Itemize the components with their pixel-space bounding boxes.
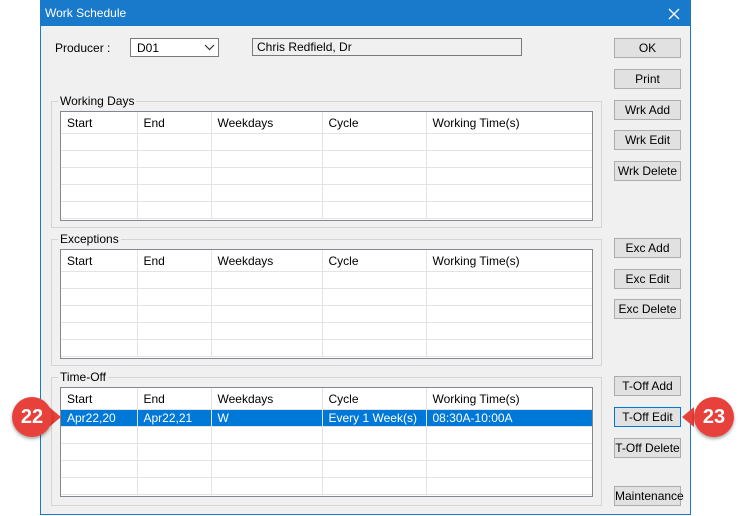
producer-name: Chris Redfield, Dr — [257, 40, 352, 54]
producer-value: D01 — [137, 41, 160, 55]
grid-header: Start End Weekdays Cycle Working Time(s) — [61, 250, 592, 272]
table-row[interactable] — [61, 339, 592, 357]
column-header-working-times[interactable]: Working Time(s) — [426, 250, 592, 272]
cell-start: Apr22,20 — [61, 409, 138, 427]
exceptions-group: Exceptions Start End Weekdays Cycle Work… — [51, 232, 602, 366]
cell-working-times: 08:30A-10:00A — [426, 409, 592, 427]
column-header-start[interactable]: Start — [61, 388, 138, 410]
table-row-selected[interactable]: Apr22,20 Apr22,21 W Every 1 Week(s) 08:3… — [61, 409, 592, 427]
table-row[interactable] — [61, 184, 592, 202]
wrk-edit-button[interactable]: Wrk Edit — [614, 130, 681, 150]
table-row[interactable] — [61, 150, 592, 168]
column-header-weekdays[interactable]: Weekdays — [211, 250, 323, 272]
time-off-grid[interactable]: Start End Weekdays Cycle Working Time(s)… — [60, 387, 593, 497]
print-button[interactable]: Print — [614, 69, 681, 89]
table-row[interactable] — [61, 322, 592, 340]
maintenance-button[interactable]: Maintenance — [614, 486, 684, 506]
toff-edit-button[interactable]: T-Off Edit — [614, 407, 681, 427]
exceptions-label: Exceptions — [58, 232, 121, 246]
producer-name-field: Chris Redfield, Dr — [252, 38, 522, 56]
column-header-end[interactable]: End — [137, 112, 212, 134]
working-days-label: Working Days — [58, 94, 137, 108]
working-days-group: Working Days Start End Weekdays Cycle Wo… — [51, 94, 602, 228]
close-button[interactable] — [658, 1, 690, 26]
column-header-weekdays[interactable]: Weekdays — [211, 112, 323, 134]
table-row[interactable] — [61, 477, 592, 495]
callout-badge-left: 22 — [12, 397, 52, 437]
grid-header: Start End Weekdays Cycle Working Time(s) — [61, 388, 592, 410]
table-row[interactable] — [61, 460, 592, 478]
exceptions-grid[interactable]: Start End Weekdays Cycle Working Time(s) — [60, 249, 593, 359]
grid-header: Start End Weekdays Cycle Working Time(s) — [61, 112, 592, 134]
column-header-weekdays[interactable]: Weekdays — [211, 388, 323, 410]
wrk-add-button[interactable]: Wrk Add — [614, 100, 681, 120]
toff-delete-button[interactable]: T-Off Delete — [614, 438, 681, 458]
title-bar: Work Schedule — [41, 1, 690, 26]
table-row[interactable] — [61, 133, 592, 151]
table-row[interactable] — [61, 426, 592, 444]
cell-weekdays: W — [211, 409, 323, 427]
time-off-label: Time-Off — [58, 370, 109, 384]
column-header-cycle[interactable]: Cycle — [322, 388, 427, 410]
column-header-start[interactable]: Start — [61, 112, 138, 134]
column-header-working-times[interactable]: Working Time(s) — [426, 388, 592, 410]
wrk-delete-button[interactable]: Wrk Delete — [614, 161, 681, 181]
table-row[interactable] — [61, 288, 592, 306]
column-header-start[interactable]: Start — [61, 250, 138, 272]
exc-delete-button[interactable]: Exc Delete — [614, 299, 681, 319]
ok-button[interactable]: OK — [614, 38, 681, 58]
producer-label: Producer : — [55, 41, 111, 55]
exc-add-button[interactable]: Exc Add — [614, 238, 681, 258]
toff-add-button[interactable]: T-Off Add — [614, 376, 681, 396]
callout-badge-right: 23 — [694, 397, 734, 437]
column-header-end[interactable]: End — [137, 250, 212, 272]
table-row[interactable] — [61, 271, 592, 289]
close-icon — [668, 8, 680, 19]
working-days-grid[interactable]: Start End Weekdays Cycle Working Time(s) — [60, 111, 593, 221]
cell-end: Apr22,21 — [137, 409, 212, 427]
table-row[interactable] — [61, 443, 592, 461]
cell-cycle: Every 1 Week(s) — [322, 409, 427, 427]
column-header-end[interactable]: End — [137, 388, 212, 410]
work-schedule-window: Work Schedule Producer : D01 Chris Redfi… — [40, 0, 691, 515]
time-off-group: Time-Off Start End Weekdays Cycle Workin… — [51, 370, 602, 506]
window-title: Work Schedule — [45, 6, 127, 20]
producer-dropdown[interactable]: D01 — [130, 38, 219, 57]
callout-pointer — [682, 407, 694, 427]
column-header-working-times[interactable]: Working Time(s) — [426, 112, 592, 134]
table-row[interactable] — [61, 167, 592, 185]
table-row[interactable] — [61, 305, 592, 323]
chevron-down-icon — [204, 44, 215, 51]
column-header-cycle[interactable]: Cycle — [322, 112, 427, 134]
table-row[interactable] — [61, 201, 592, 219]
column-header-cycle[interactable]: Cycle — [322, 250, 427, 272]
exc-edit-button[interactable]: Exc Edit — [614, 269, 681, 289]
